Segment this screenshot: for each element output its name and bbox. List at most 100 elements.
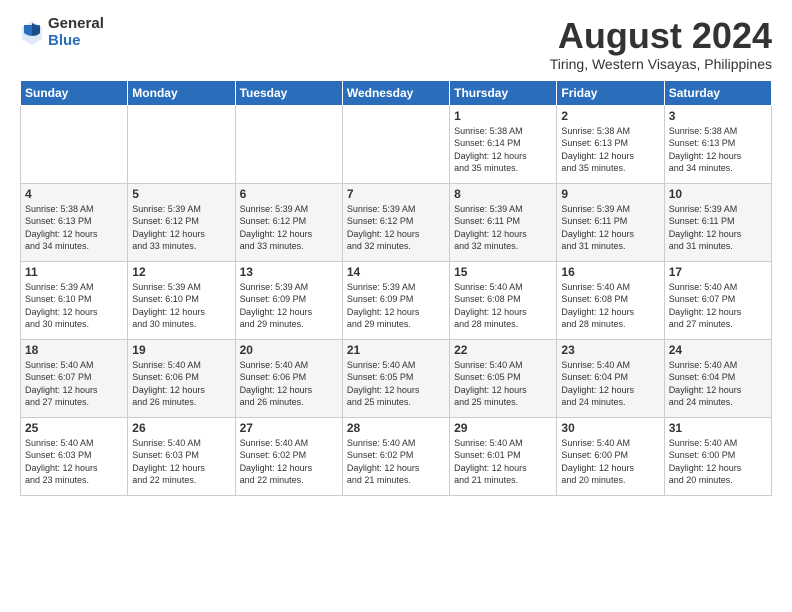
day-number: 23 xyxy=(561,343,659,357)
header-day-sunday: Sunday xyxy=(21,80,128,105)
day-cell: 13 Sunrise: 5:39 AM Sunset: 6:09 PM Dayli… xyxy=(235,261,342,339)
day-detail: Sunrise: 5:40 AM Sunset: 6:04 PM Dayligh… xyxy=(561,359,659,409)
day-number: 26 xyxy=(132,421,230,435)
week-row-2: 11 Sunrise: 5:39 AM Sunset: 6:10 PM Dayli… xyxy=(21,261,772,339)
day-detail: Sunrise: 5:39 AM Sunset: 6:12 PM Dayligh… xyxy=(132,203,230,253)
day-number: 12 xyxy=(132,265,230,279)
header: General Blue August 2024 Tiring, Western… xyxy=(20,16,772,72)
day-number: 30 xyxy=(561,421,659,435)
day-cell: 5 Sunrise: 5:39 AM Sunset: 6:12 PM Daylig… xyxy=(128,183,235,261)
day-detail: Sunrise: 5:39 AM Sunset: 6:12 PM Dayligh… xyxy=(347,203,445,253)
day-number: 20 xyxy=(240,343,338,357)
header-day-tuesday: Tuesday xyxy=(235,80,342,105)
day-cell: 21Sunrise: 5:40 AM Sunset: 6:05 PM Dayli… xyxy=(342,339,449,417)
day-number: 11 xyxy=(25,265,123,279)
day-number: 21 xyxy=(347,343,445,357)
day-cell xyxy=(342,105,449,183)
day-detail: Sunrise: 5:39 AM Sunset: 6:10 PM Dayligh… xyxy=(25,281,123,331)
day-cell xyxy=(235,105,342,183)
day-cell: 23 Sunrise: 5:40 AM Sunset: 6:04 PM Dayli… xyxy=(557,339,664,417)
title-block: August 2024 Tiring, Western Visayas, Phi… xyxy=(550,16,772,72)
day-cell: 17 Sunrise: 5:40 AM Sunset: 6:07 PM Dayli… xyxy=(664,261,771,339)
logo-blue-text: Blue xyxy=(48,33,104,50)
day-cell: 30Sunrise: 5:40 AM Sunset: 6:00 PM Dayli… xyxy=(557,417,664,495)
day-detail: Sunrise: 5:40 AM Sunset: 6:07 PM Dayligh… xyxy=(669,281,767,331)
day-number: 5 xyxy=(132,187,230,201)
day-detail: Sunrise: 5:39 AM Sunset: 6:11 PM Dayligh… xyxy=(454,203,552,253)
day-number: 10 xyxy=(669,187,767,201)
day-detail: Sunrise: 5:39 AM Sunset: 6:09 PM Dayligh… xyxy=(347,281,445,331)
week-row-4: 25 Sunrise: 5:40 AM Sunset: 6:03 PM Dayli… xyxy=(21,417,772,495)
day-cell: 3Sunrise: 5:38 AM Sunset: 6:13 PM Daylig… xyxy=(664,105,771,183)
day-detail: Sunrise: 5:39 AM Sunset: 6:12 PM Dayligh… xyxy=(240,203,338,253)
header-day-monday: Monday xyxy=(128,80,235,105)
day-cell: 28Sunrise: 5:40 AM Sunset: 6:02 PM Dayli… xyxy=(342,417,449,495)
day-detail: Sunrise: 5:39 AM Sunset: 6:11 PM Dayligh… xyxy=(669,203,767,253)
logo: General Blue xyxy=(20,16,104,49)
day-number: 7 xyxy=(347,187,445,201)
day-cell: 29 Sunrise: 5:40 AM Sunset: 6:01 PM Dayli… xyxy=(450,417,557,495)
day-number: 6 xyxy=(240,187,338,201)
day-detail: Sunrise: 5:40 AM Sunset: 6:01 PM Dayligh… xyxy=(454,437,552,487)
day-number: 13 xyxy=(240,265,338,279)
day-number: 25 xyxy=(25,421,123,435)
day-number: 28 xyxy=(347,421,445,435)
day-number: 1 xyxy=(454,109,552,123)
day-cell: 18Sunrise: 5:40 AM Sunset: 6:07 PM Dayli… xyxy=(21,339,128,417)
day-number: 2 xyxy=(561,109,659,123)
day-cell: 14 Sunrise: 5:39 AM Sunset: 6:09 PM Dayli… xyxy=(342,261,449,339)
day-cell xyxy=(21,105,128,183)
day-cell: 26 Sunrise: 5:40 AM Sunset: 6:03 PM Dayli… xyxy=(128,417,235,495)
header-day-friday: Friday xyxy=(557,80,664,105)
day-number: 16 xyxy=(561,265,659,279)
day-number: 4 xyxy=(25,187,123,201)
day-detail: Sunrise: 5:40 AM Sunset: 6:08 PM Dayligh… xyxy=(561,281,659,331)
day-cell: 7 Sunrise: 5:39 AM Sunset: 6:12 PM Daylig… xyxy=(342,183,449,261)
day-cell: 15Sunrise: 5:40 AM Sunset: 6:08 PM Dayli… xyxy=(450,261,557,339)
day-detail: Sunrise: 5:40 AM Sunset: 6:03 PM Dayligh… xyxy=(25,437,123,487)
page: General Blue August 2024 Tiring, Western… xyxy=(0,0,792,506)
day-number: 27 xyxy=(240,421,338,435)
day-cell: 2 Sunrise: 5:38 AM Sunset: 6:13 PM Daylig… xyxy=(557,105,664,183)
day-detail: Sunrise: 5:40 AM Sunset: 6:05 PM Dayligh… xyxy=(454,359,552,409)
day-detail: Sunrise: 5:40 AM Sunset: 6:06 PM Dayligh… xyxy=(132,359,230,409)
day-number: 31 xyxy=(669,421,767,435)
day-cell: 25 Sunrise: 5:40 AM Sunset: 6:03 PM Dayli… xyxy=(21,417,128,495)
day-number: 9 xyxy=(561,187,659,201)
day-cell: 16 Sunrise: 5:40 AM Sunset: 6:08 PM Dayli… xyxy=(557,261,664,339)
day-cell: 11 Sunrise: 5:39 AM Sunset: 6:10 PM Dayli… xyxy=(21,261,128,339)
day-number: 15 xyxy=(454,265,552,279)
header-day-wednesday: Wednesday xyxy=(342,80,449,105)
day-number: 17 xyxy=(669,265,767,279)
day-detail: Sunrise: 5:38 AM Sunset: 6:14 PM Dayligh… xyxy=(454,125,552,175)
day-detail: Sunrise: 5:40 AM Sunset: 6:07 PM Dayligh… xyxy=(25,359,123,409)
day-detail: Sunrise: 5:40 AM Sunset: 6:00 PM Dayligh… xyxy=(669,437,767,487)
week-row-0: 1 Sunrise: 5:38 AM Sunset: 6:14 PM Daylig… xyxy=(21,105,772,183)
main-title: August 2024 xyxy=(550,16,772,56)
day-detail: Sunrise: 5:38 AM Sunset: 6:13 PM Dayligh… xyxy=(25,203,123,253)
day-number: 14 xyxy=(347,265,445,279)
header-row: SundayMondayTuesdayWednesdayThursdayFrid… xyxy=(21,80,772,105)
day-detail: Sunrise: 5:38 AM Sunset: 6:13 PM Dayligh… xyxy=(561,125,659,175)
day-cell: 31 Sunrise: 5:40 AM Sunset: 6:00 PM Dayli… xyxy=(664,417,771,495)
day-detail: Sunrise: 5:39 AM Sunset: 6:09 PM Dayligh… xyxy=(240,281,338,331)
header-day-saturday: Saturday xyxy=(664,80,771,105)
day-cell: 10 Sunrise: 5:39 AM Sunset: 6:11 PM Dayli… xyxy=(664,183,771,261)
day-number: 19 xyxy=(132,343,230,357)
day-cell xyxy=(128,105,235,183)
logo-general-text: General xyxy=(48,16,104,33)
header-day-thursday: Thursday xyxy=(450,80,557,105)
day-cell: 6 Sunrise: 5:39 AM Sunset: 6:12 PM Daylig… xyxy=(235,183,342,261)
day-cell: 9 Sunrise: 5:39 AM Sunset: 6:11 PM Daylig… xyxy=(557,183,664,261)
day-number: 3 xyxy=(669,109,767,123)
logo-icon xyxy=(20,19,44,47)
day-detail: Sunrise: 5:39 AM Sunset: 6:11 PM Dayligh… xyxy=(561,203,659,253)
day-detail: Sunrise: 5:40 AM Sunset: 6:03 PM Dayligh… xyxy=(132,437,230,487)
day-number: 29 xyxy=(454,421,552,435)
day-cell: 8Sunrise: 5:39 AM Sunset: 6:11 PM Daylig… xyxy=(450,183,557,261)
day-cell: 27Sunrise: 5:40 AM Sunset: 6:02 PM Dayli… xyxy=(235,417,342,495)
day-number: 24 xyxy=(669,343,767,357)
week-row-1: 4 Sunrise: 5:38 AM Sunset: 6:13 PM Daylig… xyxy=(21,183,772,261)
day-cell: 4 Sunrise: 5:38 AM Sunset: 6:13 PM Daylig… xyxy=(21,183,128,261)
sub-title: Tiring, Western Visayas, Philippines xyxy=(550,56,772,72)
